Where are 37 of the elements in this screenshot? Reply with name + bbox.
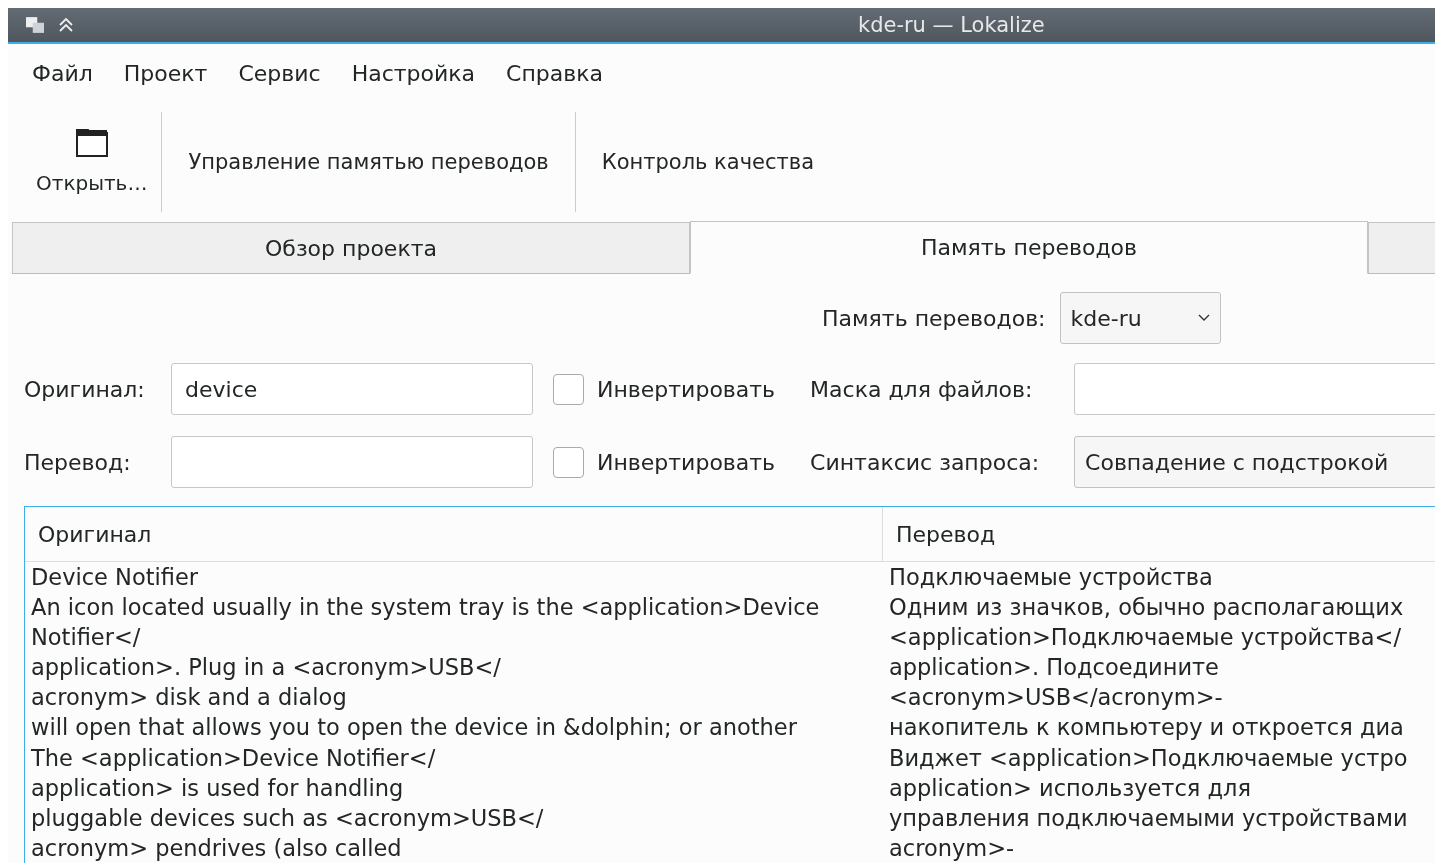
field-label: Оригинал: [24,376,146,402]
checkbox-label: Инвертировать [597,449,776,475]
table-cell-text: Одним из значков, обычно располагающих <application>Подключаемые устройства</ application>. Подсоедините <acronym>USB</acronym>- накопитель к компьютеру и откроется диа [888,593,1404,743]
checkbox[interactable] [553,373,584,405]
folder-icon [75,129,108,157]
toolbar-button[interactable]: Контроль качества [575,110,840,214]
memory-label: Память переводов: [822,305,1046,331]
input-field[interactable]: device [171,363,533,415]
chevron-icon [1197,314,1210,322]
keep-above-icon[interactable] [58,17,74,33]
app-icon[interactable] [26,17,44,33]
field-label: Синтаксис запроса: [810,449,1041,475]
table-cell-text: Виджет <application>Подключаемые устро application> используется для управления подключаемыми устройствами acronym>- [888,743,1408,863]
input-field[interactable] [1074,363,1435,415]
menu-item[interactable]: Настройка [341,56,486,90]
checkbox-label: Инвертировать [597,376,776,402]
field-label: Перевод: [24,449,132,475]
table-cell-text: The <application>Device Notifier</ application> is used for handling pluggable devices such as <acronym>USB</ acronym> pendrives (also called [30,743,545,863]
window-title: kde-ru — Lokalize [858,13,1045,37]
open-button[interactable]: Открыть… [22,110,162,214]
input-field[interactable] [171,436,533,488]
syntax-dropdown[interactable]: Совпадение с подстрокой [1074,436,1435,488]
menu-item[interactable]: Проект [113,56,218,90]
table-cell-text: An icon located usually in the system tray is the <application>Device Notifier</ application>. Plug in a <acronym>USB</ acronym> disk and a dialog will open that allows you to open the device in &dolphin; or another [30,593,821,743]
memory-dropdown[interactable]: kde-ru [1059,292,1221,344]
menu-item[interactable]: Сервис [228,56,331,90]
tab[interactable]: Память переводов [690,221,1368,274]
table-cell-text: Подключаемые устройства [888,563,1213,592]
column-header[interactable]: Перевод [883,507,996,561]
table-cell-text: Device Notifier [30,563,200,592]
tab[interactable]: Обзор проекта [12,222,690,273]
menu-item[interactable]: Файл [22,56,103,90]
checkbox[interactable] [553,446,584,478]
field-label: Маска для файлов: [810,376,1034,402]
toolbar-button[interactable]: Управление памятью переводов [162,110,575,214]
menu-item[interactable]: Справка [496,56,613,90]
column-header[interactable]: Оригинал [25,507,883,561]
